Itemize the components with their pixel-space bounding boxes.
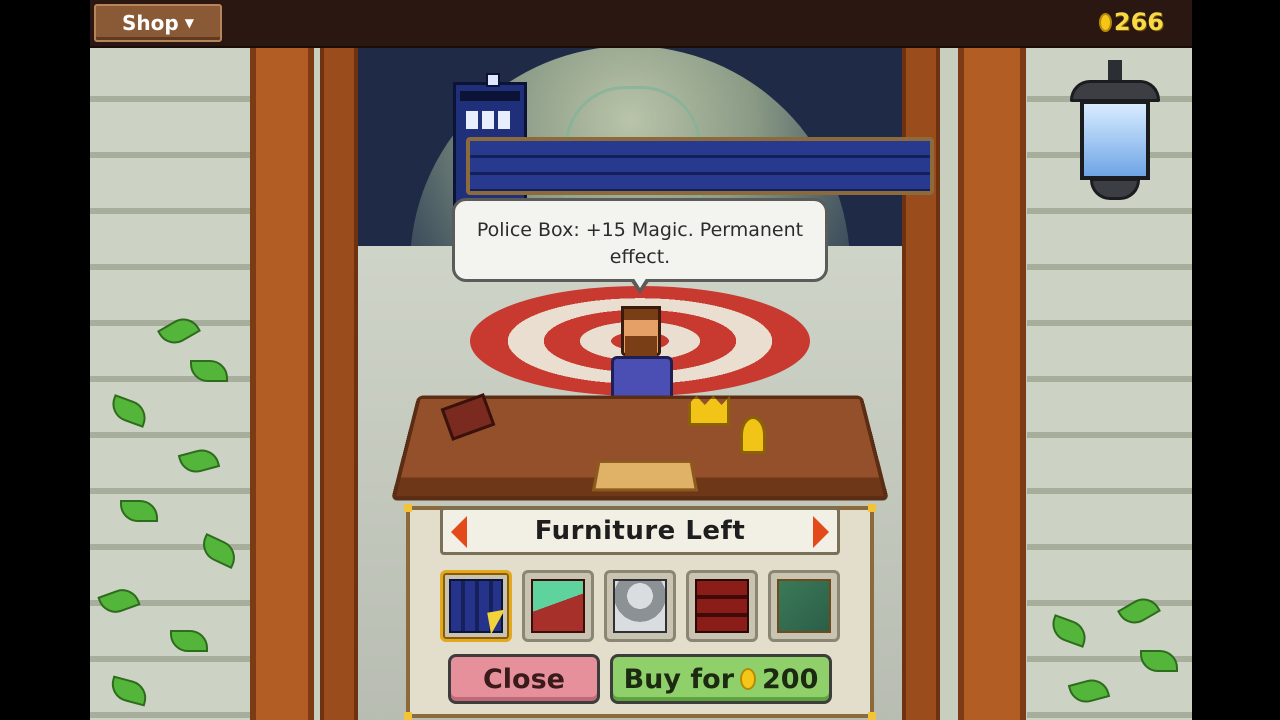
panel-corner [868, 504, 876, 512]
cursor-icon [487, 609, 509, 635]
item-slot-bookshelf[interactable] [686, 570, 758, 642]
close-button[interactable]: Close [448, 654, 600, 704]
category-title: Furniture Left [534, 516, 746, 546]
coin-icon [1098, 12, 1112, 32]
left-wall [90, 46, 250, 720]
police-box-furniture [453, 73, 934, 206]
left-door-post [250, 46, 314, 720]
goblet-item [740, 416, 766, 454]
lantern-glass [1080, 100, 1150, 180]
category-selector: Furniture Left [440, 507, 840, 555]
bed-icon [531, 579, 585, 633]
mat-item [591, 460, 699, 492]
item-slot-police-box[interactable] [440, 570, 512, 642]
panel-corner [404, 504, 412, 512]
right-arrow-icon[interactable] [813, 516, 829, 548]
gold-counter: 266 [1098, 8, 1164, 36]
tooltip-tail-inner [633, 277, 647, 288]
right-door-post [958, 46, 1026, 720]
buy-button-label: Buy for [623, 663, 735, 695]
lantern-icon [1060, 60, 1170, 220]
police-box-sign [460, 91, 520, 101]
police-box-door [466, 137, 934, 195]
buy-price: 200 [762, 663, 819, 695]
lantern-base [1090, 178, 1140, 200]
gold-amount: 266 [1113, 8, 1164, 36]
map-icon [777, 579, 831, 633]
shop-menu-button[interactable]: Shop ▼ [94, 4, 222, 42]
coin-icon [740, 668, 757, 690]
panel-corner [404, 712, 412, 720]
item-tooltip: Police Box: +15 Magic. Permanent effect. [452, 198, 828, 282]
panel-corner [868, 712, 876, 720]
buy-button[interactable]: Buy for 200 [610, 654, 832, 704]
shopkeeper-beard [625, 336, 657, 356]
game-view: Police Box: +15 Magic. Permanent effect.… [90, 0, 1192, 720]
top-bar: Shop ▼ 266 [90, 0, 1192, 48]
item-slot-map[interactable] [768, 570, 840, 642]
left-arrow-icon[interactable] [451, 516, 467, 548]
police-box-windows [466, 111, 514, 129]
inner-frame-left [320, 46, 358, 720]
tooltip-text: Police Box: +15 Magic. Permanent effect. [476, 219, 804, 268]
lantern-cap [1070, 80, 1160, 102]
close-button-label: Close [482, 663, 565, 695]
item-slot-bed[interactable] [522, 570, 594, 642]
item-slot-armor[interactable] [604, 570, 676, 642]
shopkeeper-hair [621, 306, 661, 320]
armor-icon [613, 579, 667, 633]
item-slots [440, 570, 840, 642]
police-box-lamp [486, 73, 500, 87]
shop-menu-label: Shop [122, 11, 179, 35]
bookshelf-icon [695, 579, 749, 633]
chevron-down-icon: ▼ [184, 16, 194, 30]
